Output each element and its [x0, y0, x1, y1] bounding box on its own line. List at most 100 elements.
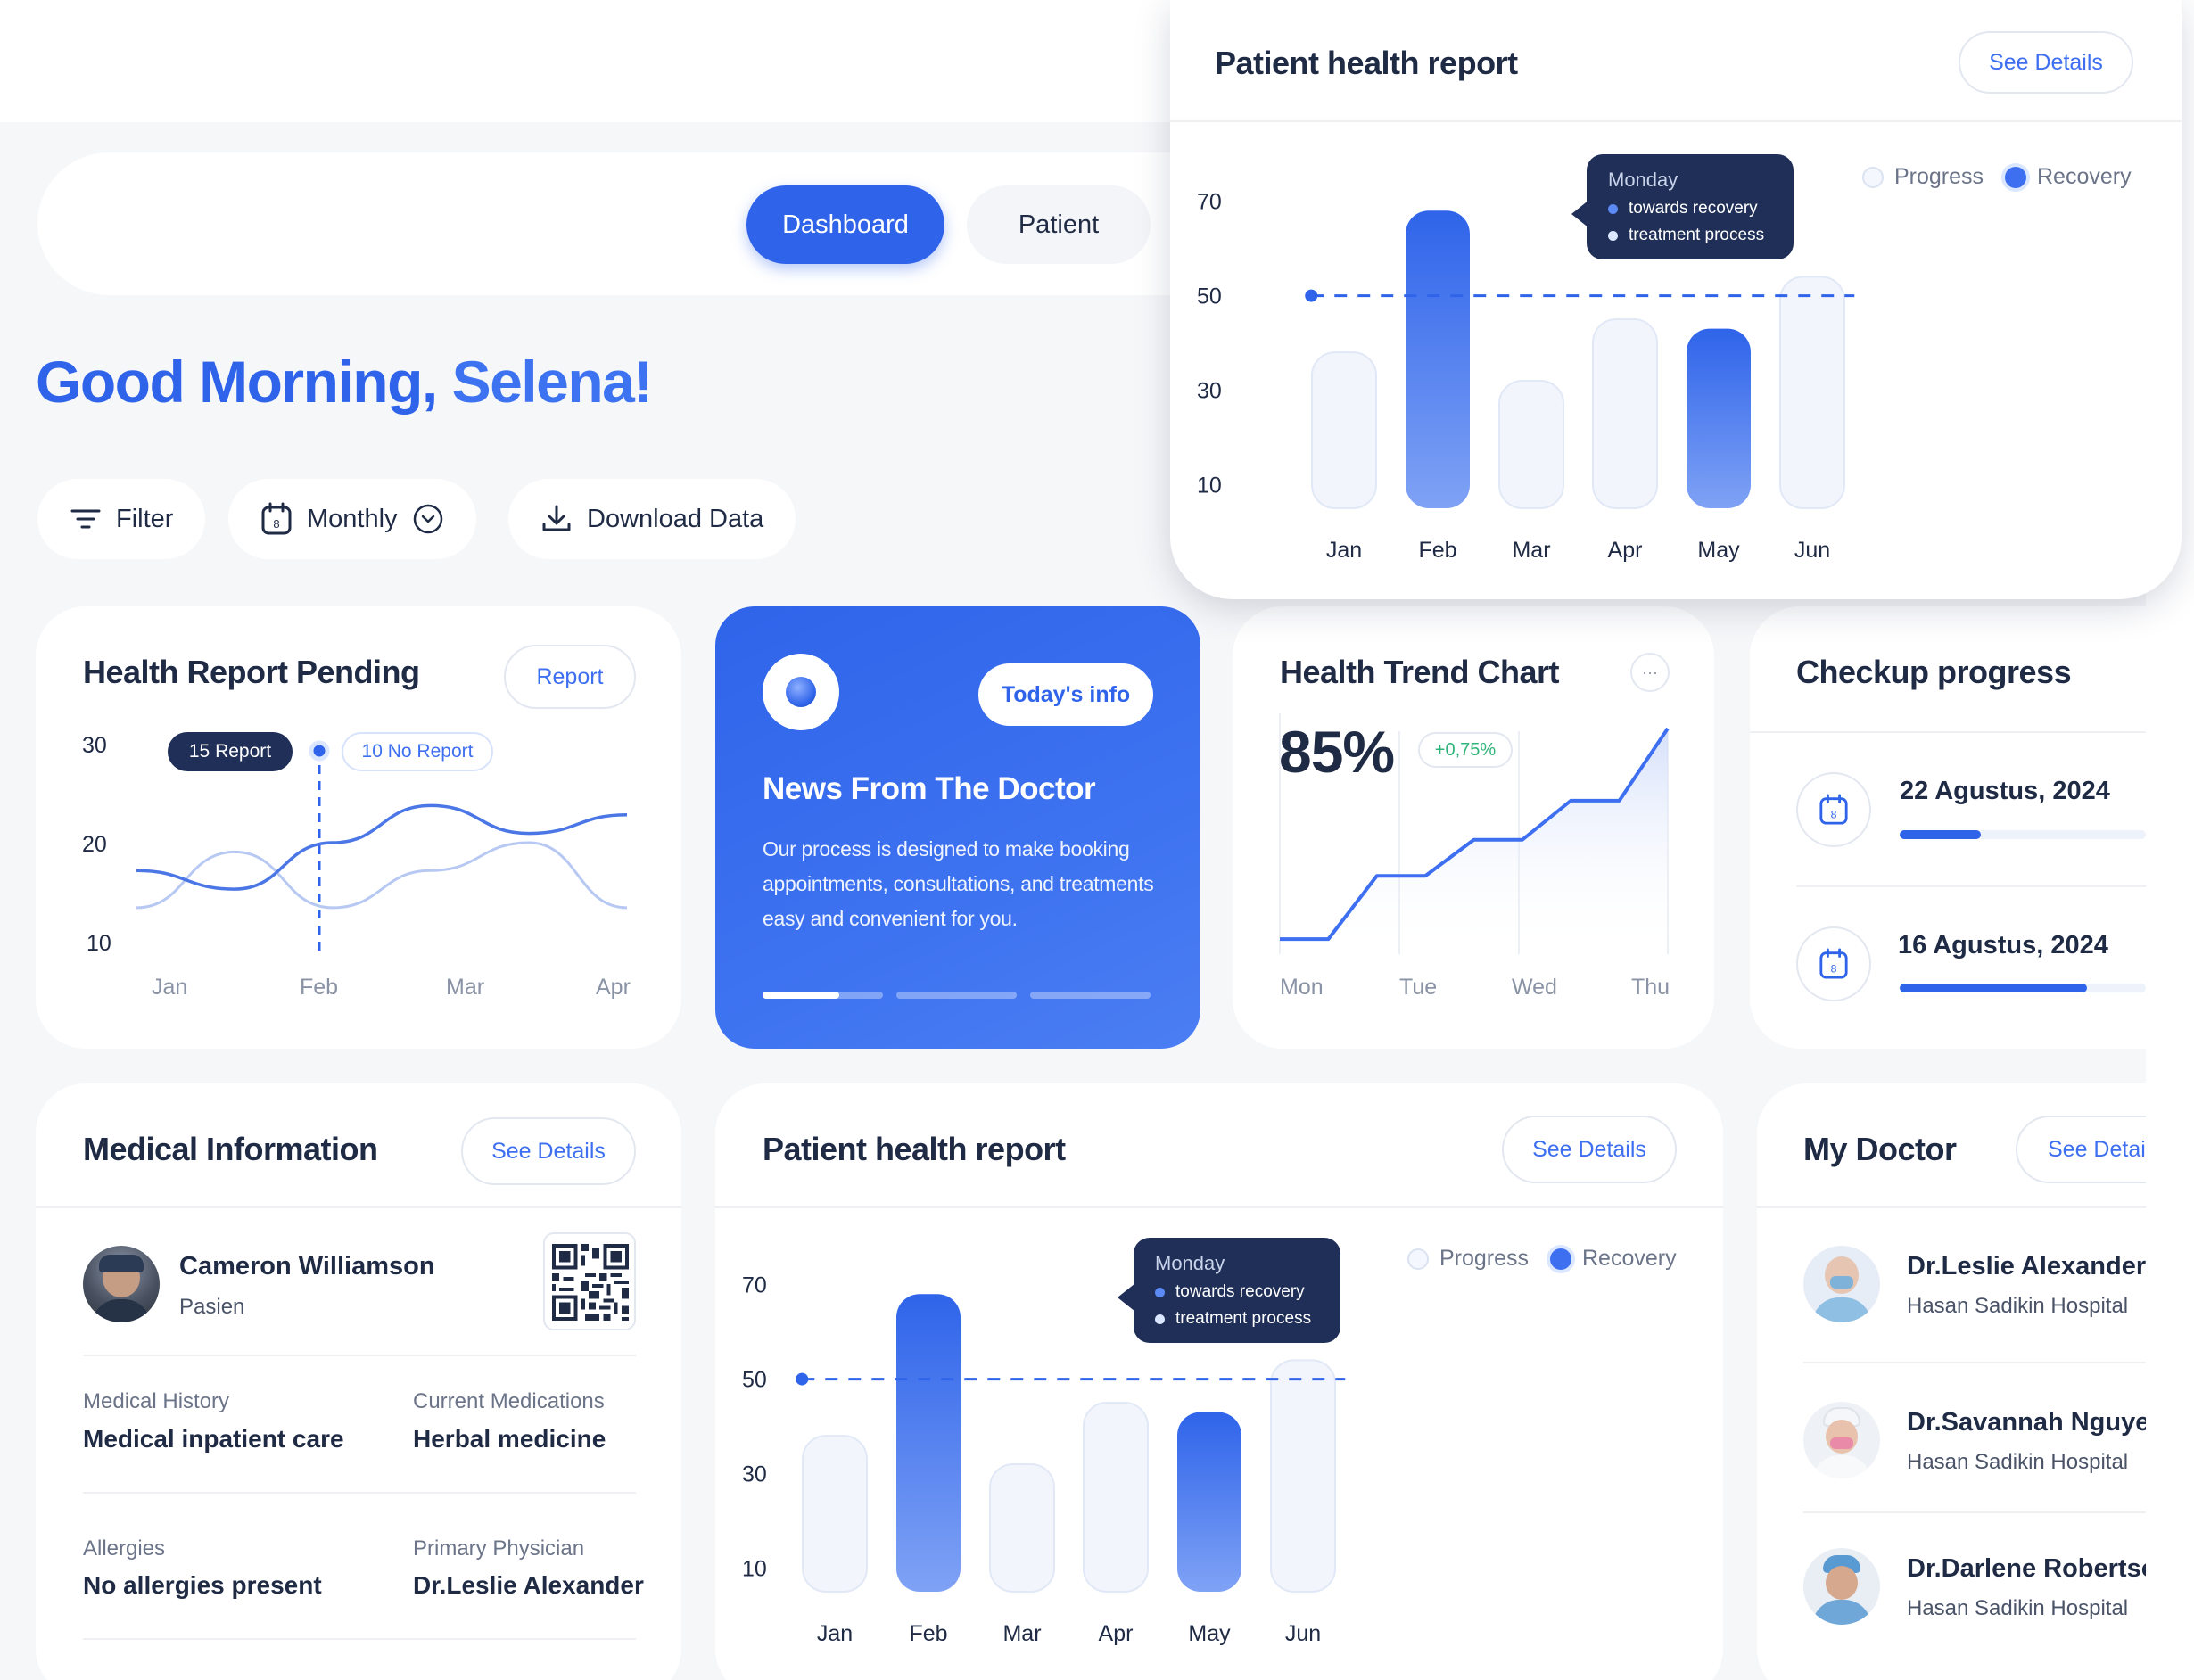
y-tick: 10 [1197, 474, 1222, 498]
slide-dot-active[interactable] [763, 992, 883, 999]
slide-indicator [763, 992, 1155, 999]
bar-mar[interactable] [989, 1462, 1055, 1594]
bar-mar[interactable] [1498, 379, 1564, 510]
divider [83, 1355, 636, 1356]
checkup-progress-bar [1900, 830, 2146, 839]
news-card[interactable]: Today's info News From The Doctor Our pr… [715, 606, 1200, 1049]
patient-role: Pasien [179, 1295, 245, 1319]
bar-feb[interactable] [896, 1294, 961, 1592]
svg-text:8: 8 [1831, 808, 1837, 820]
y-tick: 10 [742, 1557, 767, 1582]
x-tick: Apr [1608, 538, 1643, 563]
see-details-button[interactable]: See Detail [2016, 1116, 2146, 1183]
y-tick: 50 [742, 1368, 767, 1393]
x-tick: Mon [1280, 975, 1324, 1000]
x-tick: Jan [152, 975, 188, 1000]
doctor-name[interactable]: Dr.Leslie Alexander [1907, 1252, 2146, 1281]
field-label: Medical History [83, 1389, 230, 1413]
my-doctor-card: My Doctor See Detail Dr.Leslie Alexander… [1757, 1083, 2146, 1680]
todays-info-badge[interactable]: Today's info [978, 663, 1153, 726]
progress-fill [1900, 830, 1982, 839]
bar-jan[interactable] [1311, 351, 1377, 510]
bar-may[interactable] [1177, 1412, 1241, 1592]
x-tick: Jan [1326, 538, 1362, 563]
x-tick: Feb [909, 1621, 947, 1646]
chart-tooltip: Monday towards recovery treatment proces… [1134, 1238, 1340, 1343]
bar-chart: 10 30 50 70 Jan Feb Mar Apr May Jun [1197, 190, 1855, 563]
divider [36, 1206, 681, 1208]
series-line-report [136, 803, 628, 891]
x-tick: Thu [1631, 975, 1670, 1000]
x-tick: May [1697, 538, 1740, 563]
card-title: Checkup progress [1796, 654, 2072, 690]
field-label: Allergies [83, 1536, 166, 1561]
tab-dashboard[interactable]: Dashboard [746, 185, 944, 264]
checkup-progress-card: Checkup progress 8 22 Agustus, 2024 8 16… [1750, 606, 2146, 1049]
x-tick: Tue [1399, 975, 1438, 1000]
card-title: Medical Information [83, 1131, 378, 1167]
bar-jun[interactable] [1270, 1359, 1336, 1593]
patient-avatar [83, 1246, 160, 1322]
see-details-button[interactable]: See Details [461, 1117, 636, 1185]
checkup-date: 16 Agustus, 2024 [1898, 931, 2108, 959]
field-label: Current Medications [413, 1389, 605, 1413]
y-tick: 70 [1197, 190, 1222, 215]
field-value: Herbal medicine [413, 1425, 606, 1453]
divider [83, 1638, 636, 1640]
divider [1750, 731, 2146, 733]
x-tick: Apr [596, 975, 631, 1000]
chart-tooltip: Monday towards recovery treatment proces… [1587, 154, 1794, 259]
news-avatar-icon [763, 654, 839, 730]
bar-feb[interactable] [1406, 210, 1470, 508]
y-tick: 30 [1197, 379, 1222, 404]
period-label: Monthly [307, 504, 398, 533]
greeting-heading: Good Morning, Selena! [36, 348, 653, 416]
qr-code-icon[interactable] [543, 1232, 636, 1330]
bar-may[interactable] [1687, 328, 1751, 508]
calendar-icon: 8 [1796, 926, 1871, 1001]
doctor-name[interactable]: Dr.Darlene Robertson [1907, 1554, 2146, 1584]
calendar-icon: 8 [261, 502, 292, 535]
patient-health-report-card: Patient health report See Details Progre… [715, 1083, 1723, 1680]
doctor-avatar [1803, 1246, 1880, 1322]
no-report-badge: 10 No Report [342, 732, 493, 771]
filter-label: Filter [116, 504, 174, 533]
news-body: Our process is designed to make booking … [763, 837, 1154, 930]
download-data-button[interactable]: Download Data [508, 479, 796, 559]
card-title: My Doctor [1803, 1131, 1957, 1167]
x-tick: Wed [1512, 975, 1557, 1000]
news-title: News From The Doctor [763, 771, 1096, 806]
x-tick: Apr [1099, 1621, 1134, 1646]
tab-patient[interactable]: Patient [967, 185, 1151, 264]
x-tick: Feb [300, 975, 339, 1000]
svg-text:8: 8 [273, 517, 279, 531]
bar-apr[interactable] [1083, 1402, 1149, 1593]
y-tick: 70 [742, 1273, 767, 1298]
field-value: Dr.Leslie Alexander [413, 1571, 644, 1599]
download-label: Download Data [587, 504, 764, 533]
reference-dot [796, 1372, 809, 1386]
field-value: No allergies present [83, 1571, 322, 1599]
field-label: Primary Physician [413, 1536, 585, 1561]
period-dropdown[interactable]: 8 Monthly [228, 479, 476, 559]
divider [1757, 1206, 2146, 1208]
doctor-name[interactable]: Dr.Savannah Nguyen [1907, 1408, 2146, 1437]
health-trend-card: Health Trend Chart ··· 85% +0,75% Mon Tu… [1233, 606, 1714, 1049]
field-value: Medical inpatient care [83, 1425, 344, 1453]
filter-button[interactable]: Filter [37, 479, 206, 559]
bar-jun[interactable] [1779, 276, 1845, 509]
bar-apr[interactable] [1592, 318, 1658, 509]
divider [1803, 1362, 2146, 1363]
y-tick: 30 [742, 1462, 767, 1487]
divider [1796, 885, 2146, 887]
x-tick: Jun [1285, 1621, 1321, 1646]
filter-icon [70, 509, 101, 529]
doctor-hospital: Hasan Sadikin Hospital [1907, 1596, 2129, 1620]
pending-line-chart [136, 740, 628, 954]
report-badge: 15 Report [168, 732, 293, 771]
divider [1803, 1511, 2146, 1513]
bar-jan[interactable] [802, 1435, 868, 1594]
slide-dot[interactable] [896, 992, 1017, 999]
download-icon [542, 505, 571, 531]
slide-dot[interactable] [1030, 992, 1151, 999]
